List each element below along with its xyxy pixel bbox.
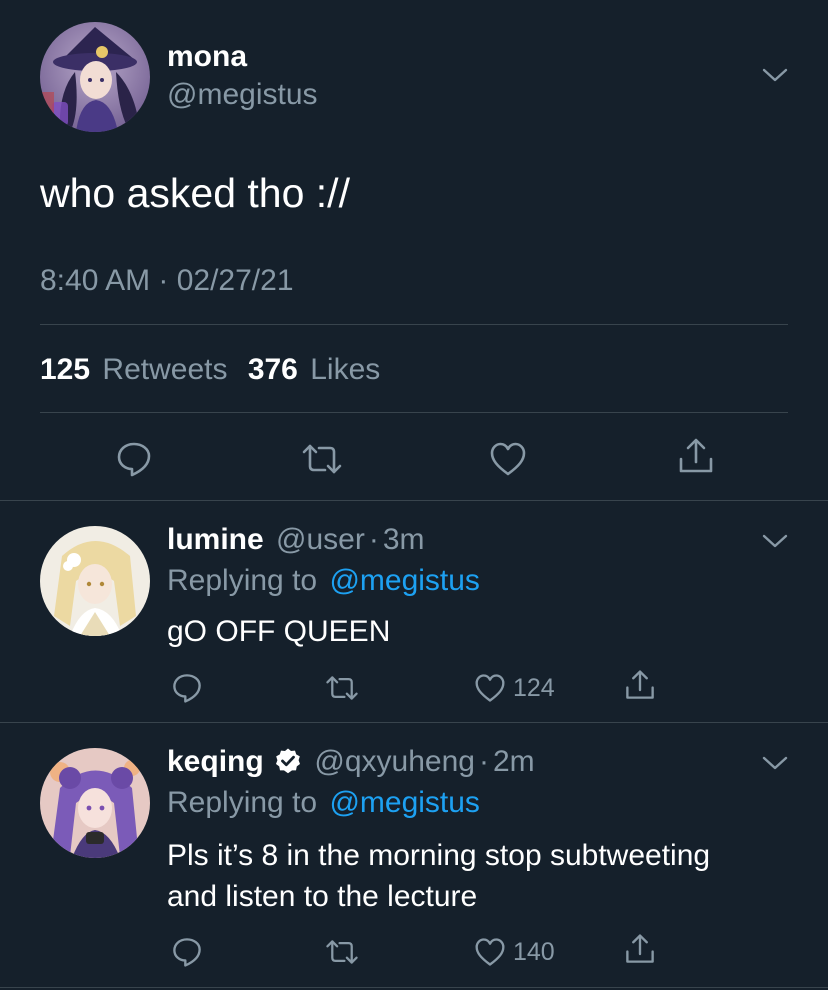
replying-to-link[interactable]: @megistus	[329, 786, 480, 819]
retweet-icon[interactable]	[301, 442, 343, 476]
retweet-icon[interactable]	[325, 674, 359, 702]
reply-time[interactable]: 2m	[493, 745, 535, 778]
divider	[40, 412, 788, 413]
likes-label[interactable]: Likes	[310, 353, 380, 386]
retweet-icon[interactable]	[325, 938, 359, 966]
main-timestamp[interactable]: 8:40 AM · 02/27/21	[40, 264, 294, 298]
reply-display-name[interactable]: lumine	[167, 523, 264, 556]
retweet-count[interactable]: 125	[40, 353, 90, 386]
main-handle[interactable]: @megistus	[167, 78, 318, 112]
like-icon[interactable]	[474, 937, 506, 967]
verified-badge-icon	[274, 747, 302, 784]
reply-text: gO OFF QUEEN	[167, 615, 391, 648]
reply-header: lumine @user · 3m	[167, 522, 425, 558]
avatar-keqing[interactable]	[40, 748, 150, 858]
main-display-name[interactable]: mona	[167, 40, 247, 74]
retweets-label[interactable]: Retweets	[102, 353, 227, 386]
share-icon[interactable]	[624, 933, 656, 965]
share-icon[interactable]	[624, 669, 656, 701]
reply-like-count[interactable]: 140	[513, 937, 555, 967]
like-count[interactable]: 376	[248, 353, 298, 386]
reply-icon[interactable]	[115, 440, 153, 478]
divider	[0, 987, 828, 988]
dot-separator: ·	[478, 745, 489, 778]
replying-to-prefix: Replying to	[167, 564, 318, 597]
reply-like-count[interactable]: 124	[513, 673, 555, 703]
avatar-mona[interactable]	[40, 22, 150, 132]
reply-icon[interactable]	[171, 936, 203, 968]
chevron-down-icon[interactable]	[762, 532, 788, 555]
replying-to-link[interactable]: @megistus	[329, 564, 480, 597]
replying-to-prefix: Replying to	[167, 786, 318, 819]
reply-text-line-2: and listen to the lecture	[167, 880, 478, 913]
divider	[40, 324, 788, 325]
divider	[0, 722, 828, 723]
avatar-lumine[interactable]	[40, 526, 150, 636]
reply-time[interactable]: 3m	[383, 523, 425, 556]
replying-to: Replying to @megistus	[167, 563, 480, 599]
dot-separator: ·	[368, 523, 379, 556]
divider	[0, 500, 828, 501]
like-icon[interactable]	[474, 673, 506, 703]
reply-text-line-1: Pls it’s 8 in the morning stop subtweeti…	[167, 839, 711, 872]
main-tweet-text: who asked tho ://	[40, 170, 350, 216]
chevron-down-icon[interactable]	[762, 754, 788, 777]
reply-header: keqing @qxyuheng · 2m	[167, 744, 535, 784]
reply-handle[interactable]: @user	[276, 523, 365, 556]
like-icon[interactable]	[489, 441, 527, 477]
reply-handle[interactable]: @qxyuheng	[314, 745, 475, 778]
reply-icon[interactable]	[171, 672, 203, 704]
reply-display-name[interactable]: keqing	[167, 745, 264, 778]
share-icon[interactable]	[677, 437, 715, 475]
chevron-down-icon[interactable]	[762, 66, 788, 89]
engagement-stats: 125 Retweets 376 Likes	[40, 352, 380, 388]
replying-to: Replying to @megistus	[167, 785, 480, 821]
